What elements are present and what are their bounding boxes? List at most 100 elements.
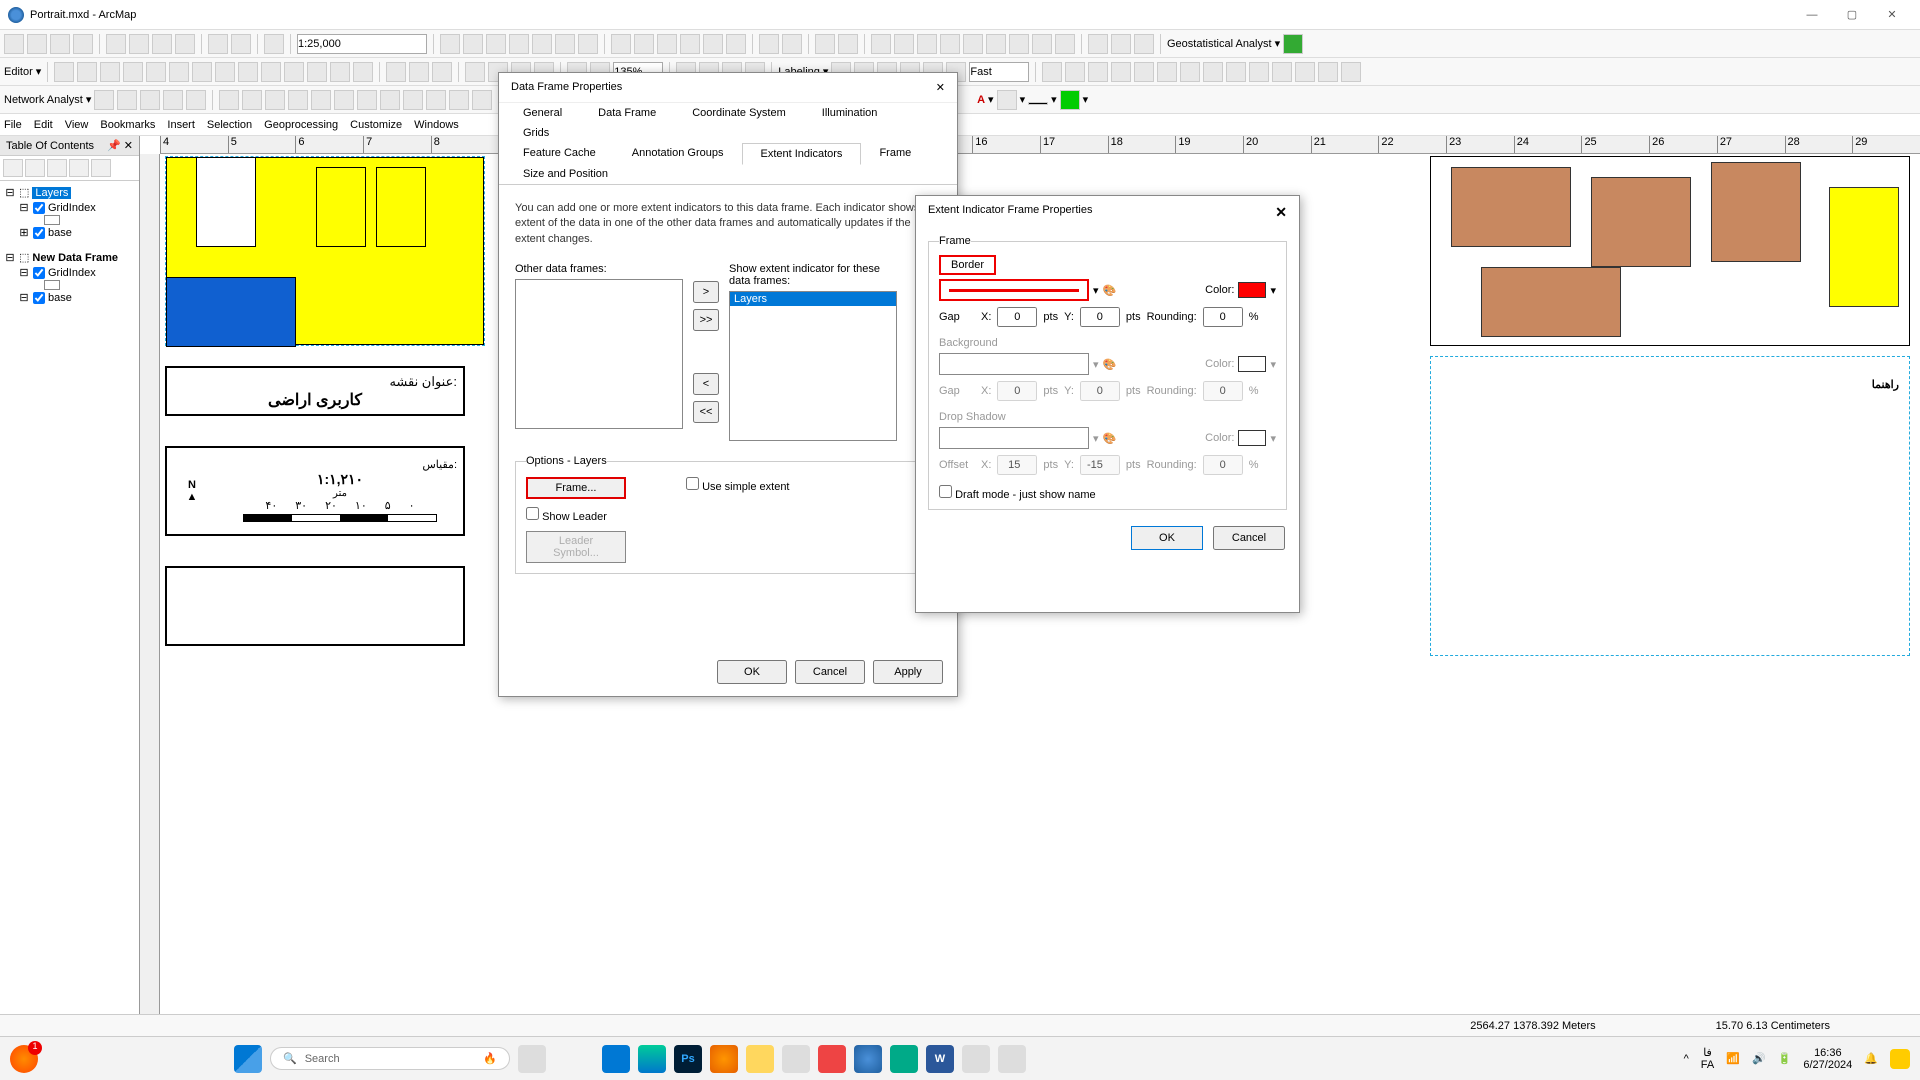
edit-tool-icon[interactable] <box>330 62 350 82</box>
show-leader-checkbox[interactable] <box>526 507 539 520</box>
apply-button[interactable]: Apply <box>873 660 943 684</box>
border-gap-y[interactable] <box>1080 307 1120 327</box>
new-icon[interactable] <box>4 34 24 54</box>
bg-rounding[interactable] <box>1203 381 1243 401</box>
redo-icon[interactable] <box>231 34 251 54</box>
marker-icon[interactable] <box>1060 90 1080 110</box>
shadow-off-y[interactable] <box>1080 455 1120 475</box>
word-icon[interactable]: W <box>926 1045 954 1073</box>
edit-tool-icon[interactable] <box>215 62 235 82</box>
task-view-icon[interactable] <box>518 1045 546 1073</box>
identify-icon[interactable] <box>894 34 914 54</box>
tool-icon[interactable] <box>555 34 575 54</box>
font-color-icon[interactable]: A <box>977 94 985 106</box>
maximize-button[interactable]: ▢ <box>1832 1 1872 29</box>
back-icon[interactable] <box>759 34 779 54</box>
tab-dataframe[interactable]: Data Frame <box>580 103 674 123</box>
tool-icon[interactable] <box>1203 62 1223 82</box>
tool-icon[interactable] <box>1111 34 1131 54</box>
expand-icon[interactable]: ⊞ <box>18 226 30 239</box>
menu-insert[interactable]: Insert <box>167 119 195 131</box>
menu-edit[interactable]: Edit <box>34 119 53 131</box>
tool-icon[interactable] <box>1157 62 1177 82</box>
empty-box[interactable] <box>165 566 465 646</box>
measure-icon[interactable] <box>963 34 983 54</box>
app-icon[interactable] <box>782 1045 810 1073</box>
expand-icon[interactable]: ⊟ <box>4 186 16 199</box>
tab-general[interactable]: General <box>505 103 580 123</box>
add-data-icon[interactable] <box>264 34 284 54</box>
edit-tool-icon[interactable] <box>123 62 143 82</box>
tool-icon[interactable] <box>1249 62 1269 82</box>
menu-geoprocessing[interactable]: Geoprocessing <box>264 119 338 131</box>
scale-box[interactable]: N ▲ مقیاس: ۱:۱,۲۱۰ متر ۴۰۳۰۲۰۱۰۵۰ <box>165 446 465 536</box>
save-icon[interactable] <box>50 34 70 54</box>
menu-windows[interactable]: Windows <box>414 119 459 131</box>
wifi-icon[interactable]: 📶 <box>1726 1052 1740 1065</box>
tool-icon[interactable] <box>1088 62 1108 82</box>
layer-name[interactable]: base <box>48 292 72 304</box>
paint-icon[interactable] <box>962 1045 990 1073</box>
tool-icon[interactable] <box>509 34 529 54</box>
tool-icon[interactable] <box>1272 62 1292 82</box>
tool-icon[interactable] <box>1065 62 1085 82</box>
bg-color-swatch[interactable] <box>1238 356 1266 372</box>
dropdown-icon[interactable]: ▾ <box>1270 358 1276 371</box>
edit-tool-icon[interactable] <box>192 62 212 82</box>
find-icon[interactable] <box>986 34 1006 54</box>
style-picker-icon[interactable]: 🎨 <box>1103 432 1117 445</box>
border-color-swatch[interactable] <box>1238 282 1266 298</box>
edit-tool-icon[interactable] <box>284 62 304 82</box>
tool-icon[interactable] <box>219 90 239 110</box>
tool-icon[interactable] <box>311 90 331 110</box>
map-frame-main[interactable] <box>165 156 485 346</box>
undo-icon[interactable] <box>208 34 228 54</box>
cancel-button[interactable]: Cancel <box>1213 526 1285 550</box>
tray-chevron-icon[interactable]: ^ <box>1684 1053 1689 1065</box>
copy-icon[interactable] <box>129 34 149 54</box>
move-right-button[interactable]: > <box>693 281 719 303</box>
other-frames-listbox[interactable] <box>515 279 683 429</box>
tool-icon[interactable] <box>1111 62 1131 82</box>
app-icon[interactable] <box>602 1045 630 1073</box>
tool-icon[interactable] <box>1009 34 1029 54</box>
expand-icon[interactable]: ⊟ <box>4 251 16 264</box>
tool-icon[interactable] <box>242 90 262 110</box>
layer-group[interactable]: New Data Frame <box>32 252 118 264</box>
tray-icon[interactable] <box>1890 1049 1910 1069</box>
close-icon[interactable]: ✕ <box>936 81 945 94</box>
draft-mode-checkbox[interactable] <box>939 485 952 498</box>
tool-icon[interactable] <box>1226 62 1246 82</box>
show-frames-listbox[interactable]: Layers <box>729 291 897 441</box>
grid-icon[interactable] <box>465 62 485 82</box>
tab-size[interactable]: Size and Position <box>505 164 626 184</box>
layer-checkbox[interactable] <box>33 227 45 239</box>
delete-icon[interactable] <box>175 34 195 54</box>
edit-tool-icon[interactable] <box>238 62 258 82</box>
edit-tool-icon[interactable] <box>307 62 327 82</box>
tool-icon[interactable] <box>1088 34 1108 54</box>
search-box[interactable]: 🔍 Search 🔥 <box>270 1047 510 1070</box>
shadow-rounding[interactable] <box>1203 455 1243 475</box>
use-simple-checkbox[interactable] <box>686 477 699 490</box>
close-icon[interactable]: ✕ <box>1275 204 1287 221</box>
cut-icon[interactable] <box>106 34 126 54</box>
border-style-preview[interactable] <box>939 279 1089 301</box>
layer-checkbox[interactable] <box>33 292 45 304</box>
extent-icon[interactable] <box>726 34 746 54</box>
ok-button[interactable]: OK <box>1131 526 1203 550</box>
layer-checkbox[interactable] <box>33 202 45 214</box>
tool-icon[interactable] <box>440 34 460 54</box>
ok-button[interactable]: OK <box>717 660 787 684</box>
border-gap-x[interactable] <box>997 307 1037 327</box>
net-icon[interactable] <box>186 90 206 110</box>
cancel-button[interactable]: Cancel <box>795 660 865 684</box>
bg-gap-x[interactable] <box>997 381 1037 401</box>
tool-icon[interactable] <box>1134 62 1154 82</box>
network-dropdown[interactable]: Network Analyst <box>4 94 83 106</box>
move-all-right-button[interactable]: >> <box>693 309 719 331</box>
fwd-icon[interactable] <box>782 34 802 54</box>
shadow-style-preview[interactable] <box>939 427 1089 449</box>
tool-icon[interactable] <box>265 90 285 110</box>
tool-icon[interactable] <box>578 34 598 54</box>
